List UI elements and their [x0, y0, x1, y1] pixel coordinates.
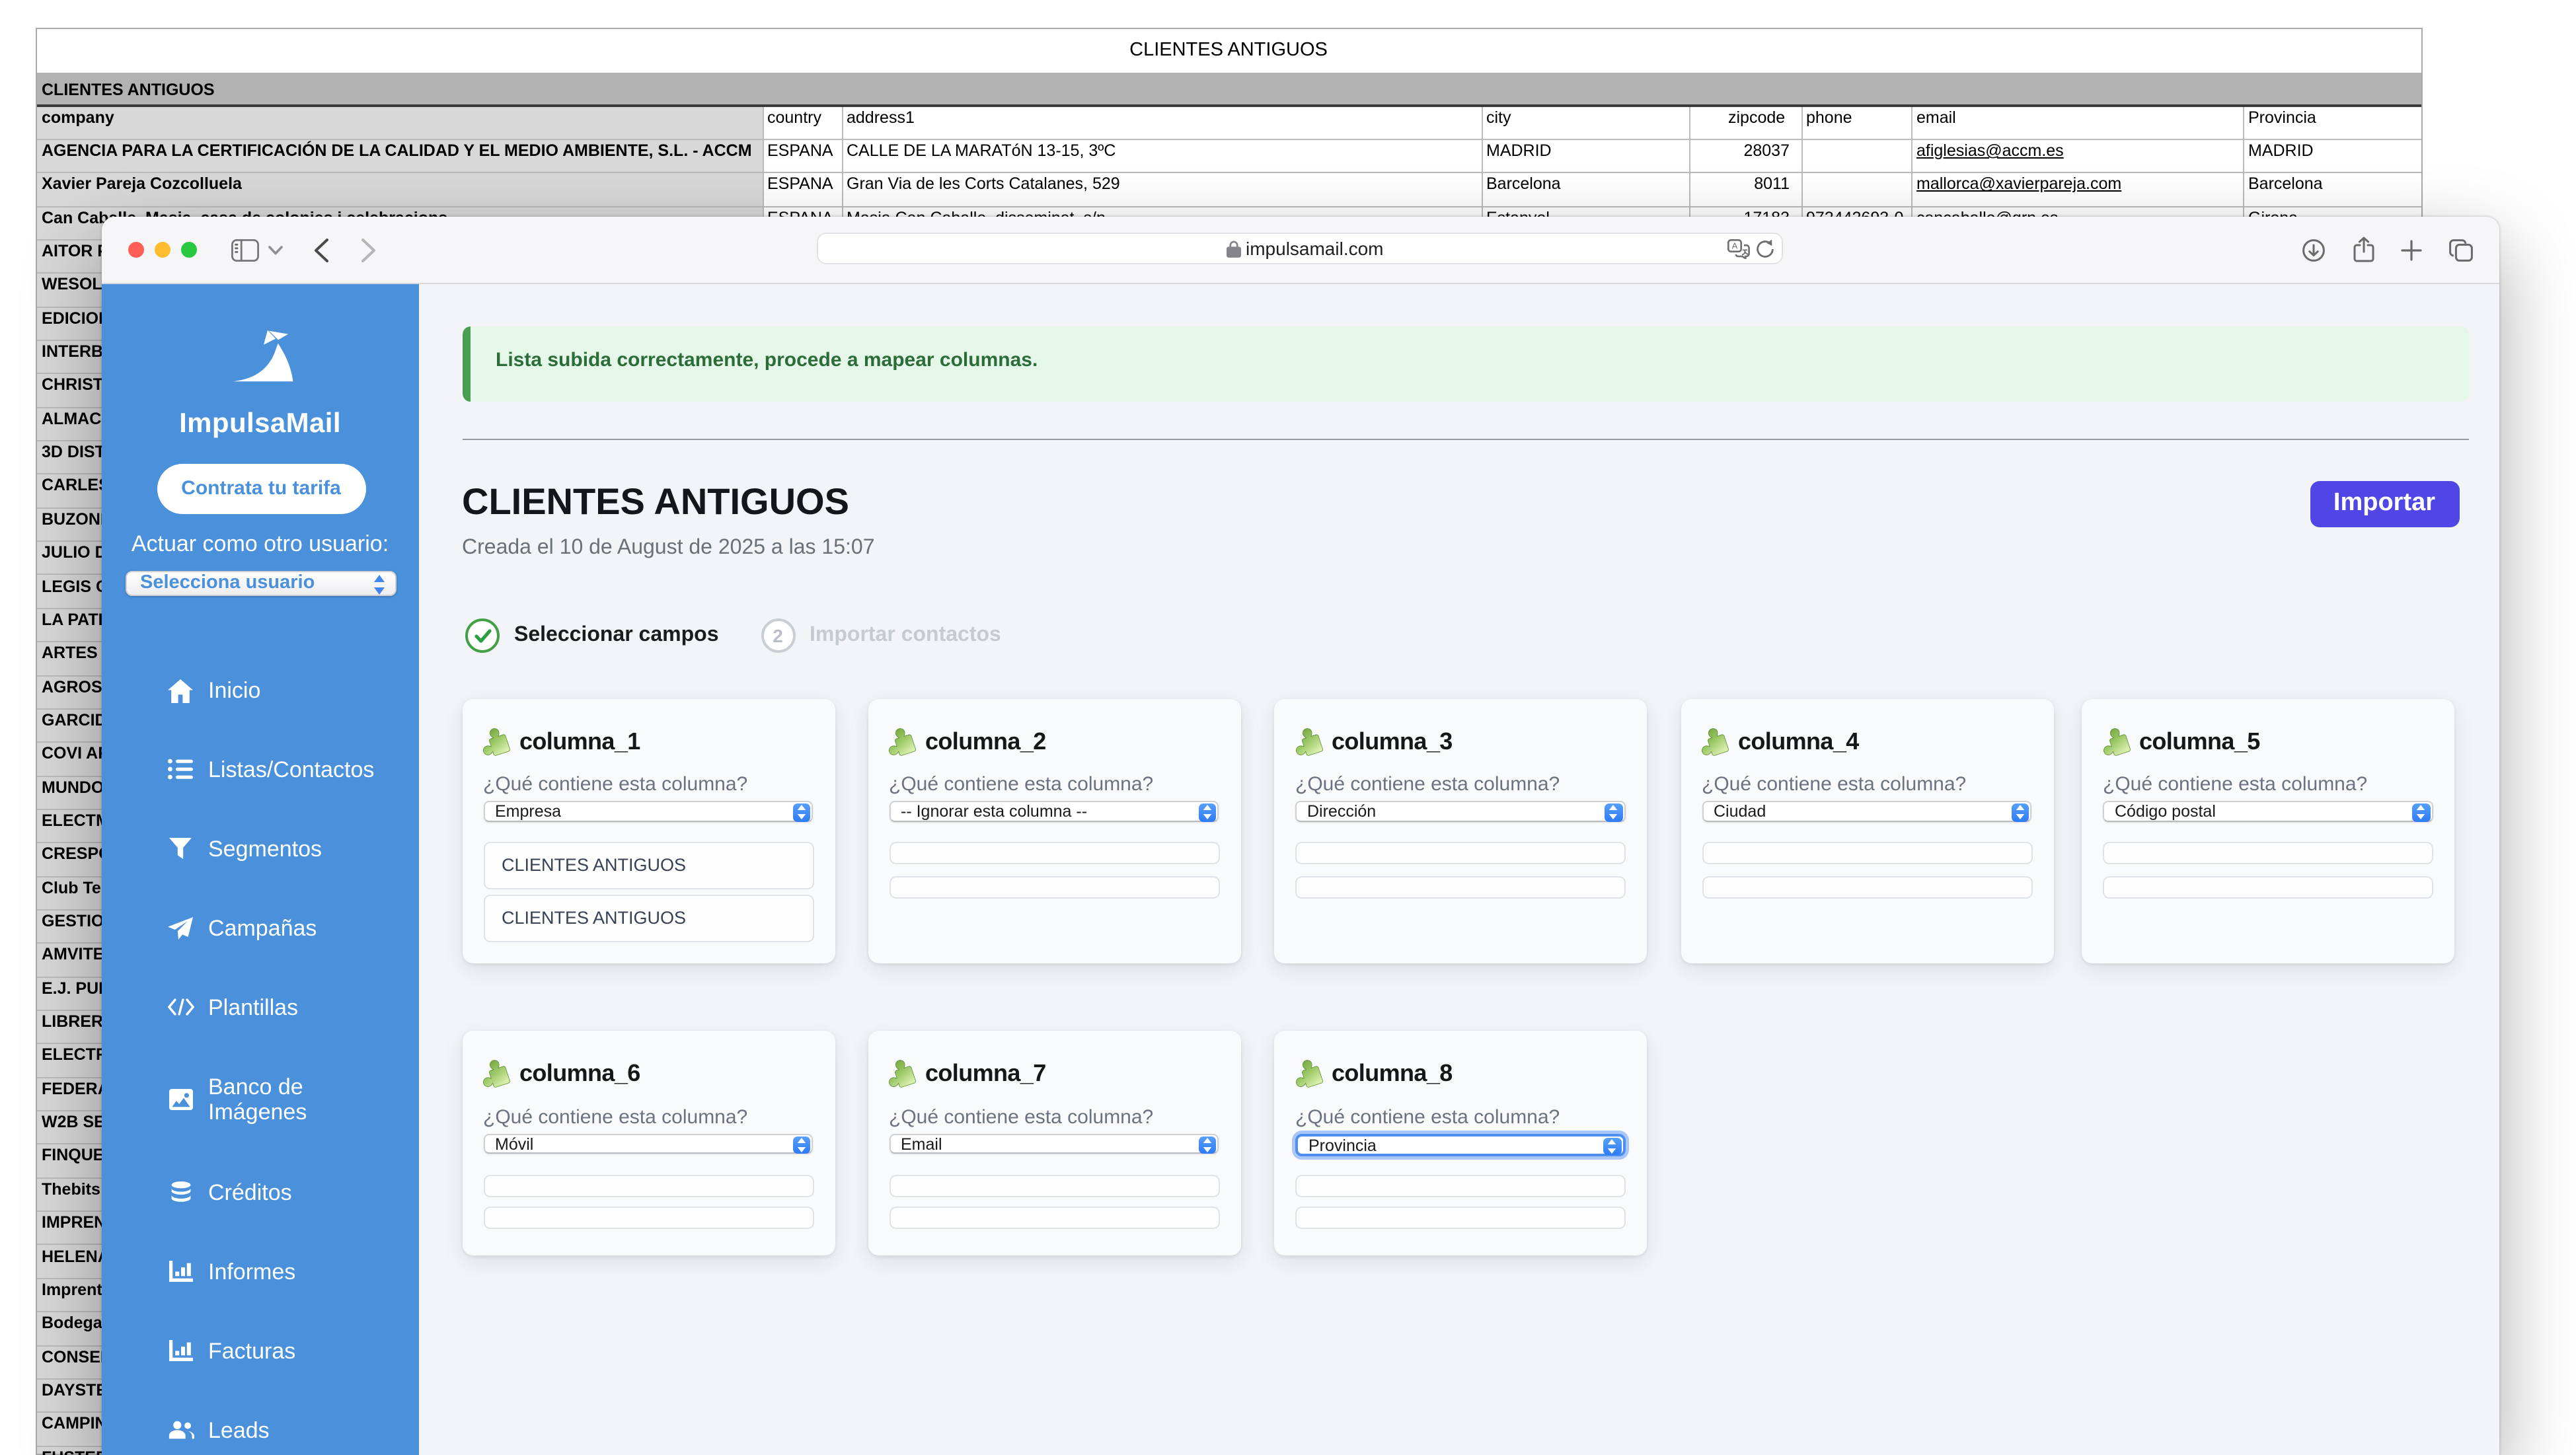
- svg-text:A: A: [1732, 241, 1738, 250]
